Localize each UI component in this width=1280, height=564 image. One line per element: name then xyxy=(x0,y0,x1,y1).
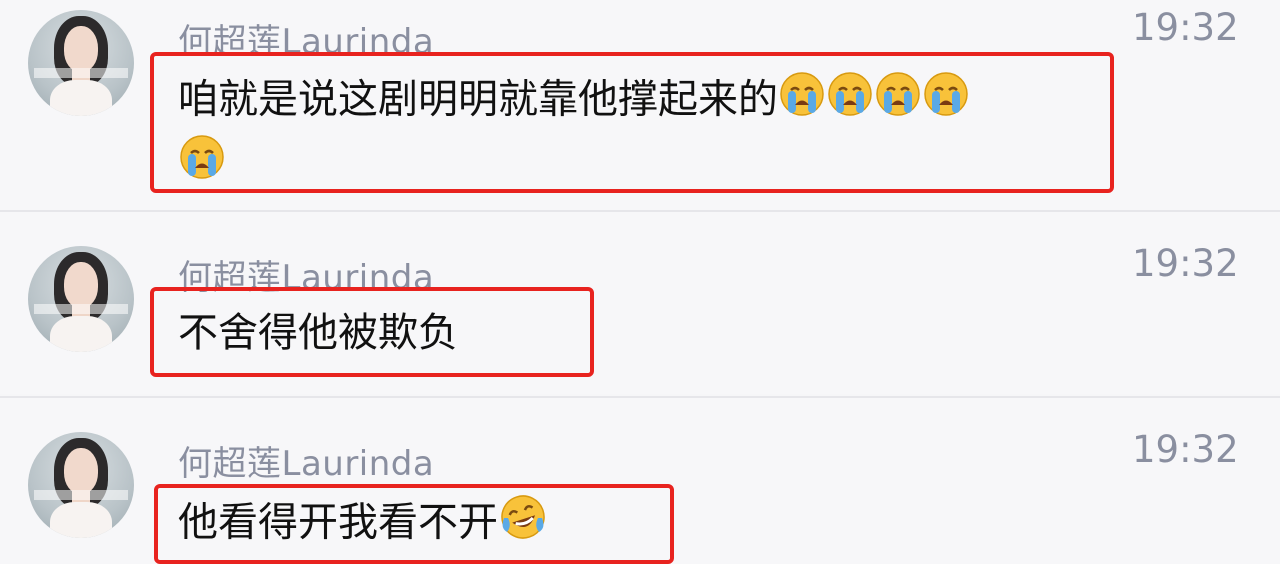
message-body: 他看得开我看不开 xyxy=(178,499,498,546)
message-text: 不舍得他被欺负 xyxy=(178,310,458,356)
avatar[interactable] xyxy=(28,10,134,116)
message-time: 19:32 xyxy=(1132,428,1239,471)
message-time: 19:32 xyxy=(1132,6,1239,49)
crying-face-icon xyxy=(874,70,922,133)
laughing-crying-face-icon xyxy=(498,492,548,557)
crying-face-icon xyxy=(778,70,826,133)
crying-face-icon xyxy=(178,133,226,196)
avatar[interactable] xyxy=(28,432,134,538)
message-text: 咱就是说这剧明明就靠他撑起来的 xyxy=(178,70,1098,196)
message-text: 他看得开我看不开 xyxy=(178,492,548,557)
avatar[interactable] xyxy=(28,246,134,352)
crying-face-icon xyxy=(826,70,874,133)
sender-name[interactable]: 何超莲Laurinda xyxy=(178,436,434,485)
message-body: 咱就是说这剧明明就靠他撑起来的 xyxy=(178,76,778,123)
crying-face-icon xyxy=(922,70,970,133)
message-time: 19:32 xyxy=(1132,242,1239,285)
